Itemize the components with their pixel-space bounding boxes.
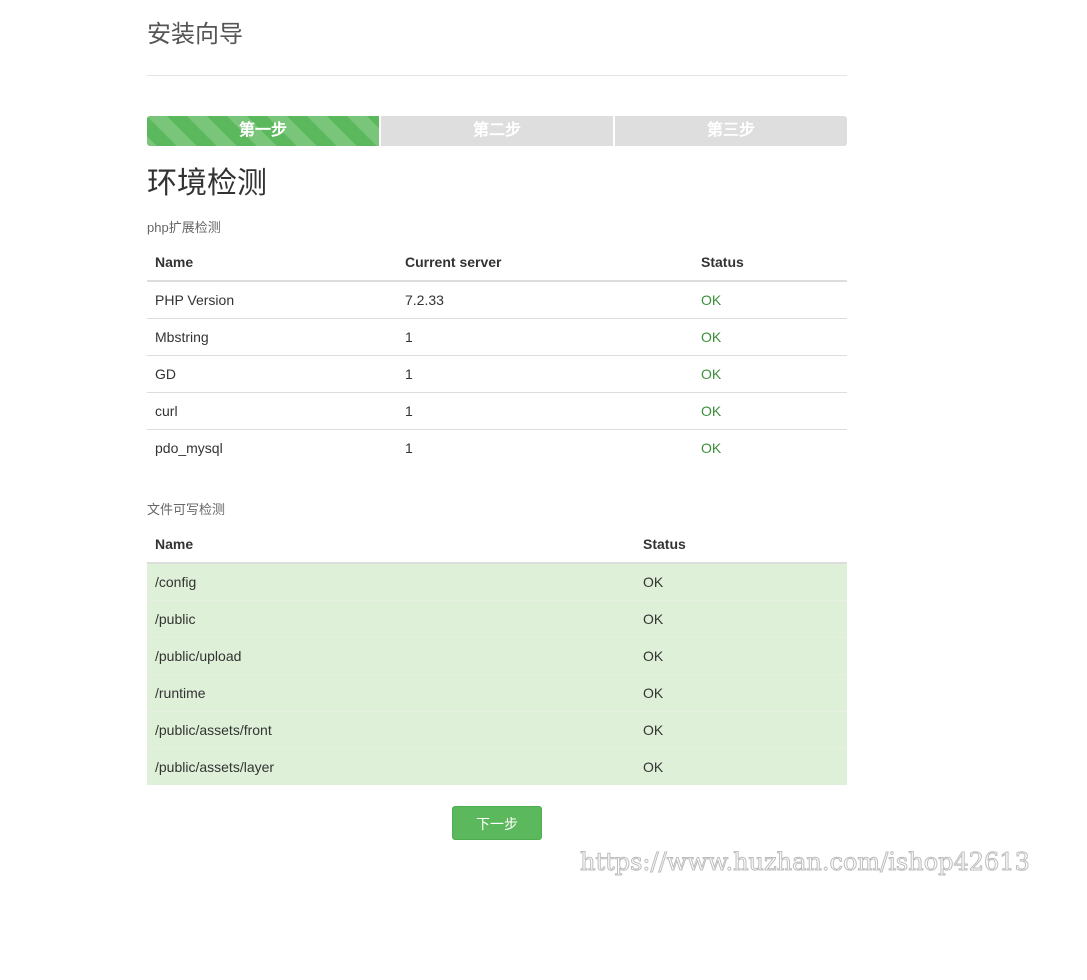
ext-name: PHP Version [155,292,235,308]
ext-current: 1 [397,429,693,466]
table-row: /runtime OK [147,674,847,712]
column-header-name: Name [147,244,397,282]
table-row: curl 1 OK [147,392,847,430]
ext-current: 1 [397,355,693,393]
column-header-name: Name [147,526,635,564]
section-title: 环境检测 [147,167,267,200]
path-status: OK [635,748,847,785]
php-extensions-heading: php扩展检测 [147,220,221,235]
column-header-status: Status [635,526,847,564]
ext-name: Mbstring [147,318,397,356]
ext-current: 1 [397,318,693,356]
path-status: OK [635,563,847,601]
column-header-current-server: Current server [397,244,693,282]
ext-name: GD [147,355,397,393]
table-row: GD 1 OK [147,355,847,393]
writable-table: Name Status /config OK /public OK /publi… [147,526,847,785]
path-name: /public/upload [147,637,635,675]
column-header-status: Status [693,244,847,282]
path-status: OK [635,674,847,712]
next-step-button[interactable]: 下一步 [452,806,542,840]
path-name: /config [147,563,635,601]
path-name: /public/assets/front [147,711,635,749]
actions-bar: 下一步 [147,806,847,840]
path-status: OK [635,711,847,749]
ext-status: OK [701,292,722,308]
ext-name: curl [147,392,397,430]
table-row: /public/assets/layer OK [147,748,847,785]
path-status: OK [635,637,847,675]
php-extensions-table: Name Current server Status PHP Version 7… [147,244,847,466]
table-row: Mbstring 1 OK [147,318,847,356]
ext-status: OK [693,392,847,430]
path-status: OK [635,600,847,638]
path-name: /public [147,600,635,638]
table-row: /public/upload OK [147,637,847,675]
ext-status: OK [693,318,847,356]
table-row: /public OK [147,600,847,638]
table-header-row: Name Current server Status [147,244,847,282]
ext-status: OK [693,429,847,466]
path-name: /runtime [147,674,635,712]
writable-heading: 文件可写检测 [147,502,226,517]
ext-name: pdo_mysql [147,429,397,466]
install-wizard: 安装向导 第一步 第二步 第三步 环境检测 php扩展检测 Name Curre… [147,0,847,840]
page-title: 安装向导 [147,0,847,76]
ext-status: OK [693,355,847,393]
table-row: /public/assets/front OK [147,711,847,749]
table-row: pdo_mysql 1 OK [147,429,847,466]
step-progress: 第一步 第二步 第三步 [147,116,847,146]
table-row: PHP Version 7.2.33 OK [147,281,847,319]
watermark-text: https://www.huzhan.com/ishop42613 [580,848,1031,877]
step-2: 第二步 [381,116,615,146]
step-1: 第一步 [147,116,381,146]
path-name: /public/assets/layer [147,748,635,785]
step-3: 第三步 [615,116,847,146]
table-row: /config OK [147,563,847,601]
ext-current: 7.2.33 [405,292,444,308]
table-header-row: Name Status [147,526,847,564]
ext-current: 1 [397,392,693,430]
